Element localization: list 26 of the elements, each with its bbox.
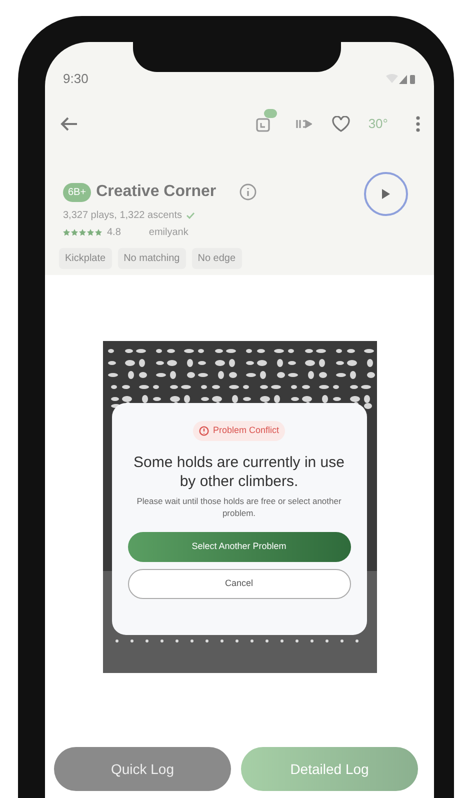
status-time: 9:30 xyxy=(63,70,88,88)
info-icon[interactable] xyxy=(239,183,258,201)
play-icon xyxy=(381,188,391,200)
setter-name: emilyank xyxy=(148,226,188,240)
tag-chip: No matching xyxy=(118,248,186,269)
tag-chip: No edge xyxy=(192,248,242,269)
problem-title: Creative Corner xyxy=(96,182,216,202)
detailed-log-button[interactable]: Detailed Log xyxy=(241,747,418,791)
select-problem-button[interactable]: Select Another Problem xyxy=(128,532,350,562)
angle-label[interactable]: 30° xyxy=(368,114,388,134)
quick-log-button[interactable]: Quick Log xyxy=(54,747,231,791)
rating-value: 4.8 xyxy=(107,226,121,240)
dialog-message: Please wait until those holds are free or select another problem. xyxy=(136,494,342,518)
play-button[interactable] xyxy=(364,172,408,216)
more-menu-icon[interactable] xyxy=(416,116,420,132)
tag-chip: Kickplate xyxy=(59,248,112,269)
play-stats: 3,327 plays, 1,322 ascents xyxy=(63,209,182,223)
heart-icon[interactable] xyxy=(332,116,350,132)
list-play-icon[interactable] xyxy=(296,118,312,130)
alert-icon xyxy=(198,426,209,436)
back-arrow-icon[interactable] xyxy=(59,116,79,132)
grade-badge: 6B+ xyxy=(63,182,92,202)
status-icons xyxy=(386,73,416,85)
cancel-button[interactable]: Cancel xyxy=(128,568,350,598)
dialog-title: Some holds are currently in use by other climbers. xyxy=(132,452,346,490)
conflict-badge: Problem Conflict xyxy=(192,421,286,440)
